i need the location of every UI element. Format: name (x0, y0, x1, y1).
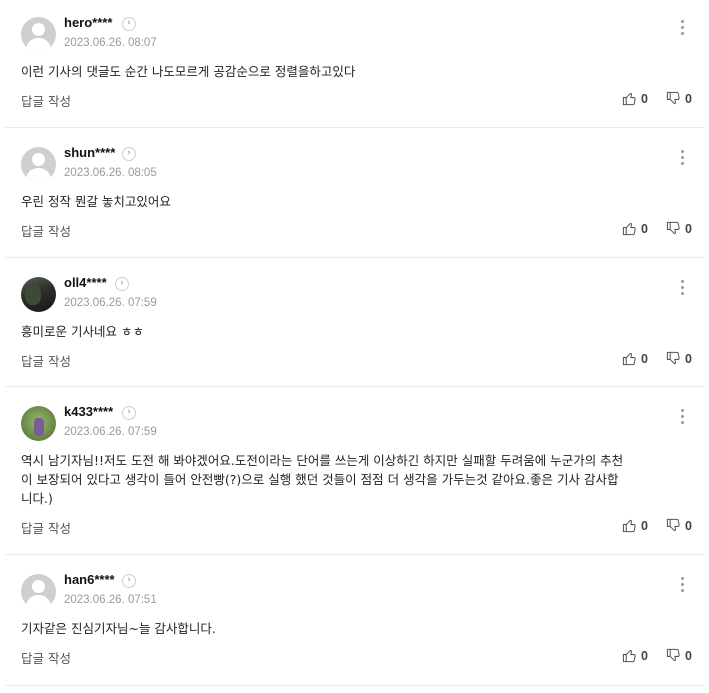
thumbs-up-icon (622, 352, 636, 366)
dislike-count: 0 (685, 222, 692, 236)
comment-text: 이런 기사의 댓글도 순간 나도모르게 공감순으로 정렬을하고있다 (21, 64, 356, 79)
comment-text: 흥미로운 기사네요 ㅎㅎ (21, 324, 144, 339)
chevron-right-icon[interactable]: › (122, 574, 136, 588)
dislike-count: 0 (685, 352, 692, 366)
comment-item: oll4**** › 2023.06.26. 07:59 흥미로운 기사네요 ㅎ… (5, 258, 704, 387)
comment-text: 기자같은 진심기자님~늘 감사합니다. (21, 621, 216, 636)
chevron-right-icon[interactable]: › (122, 147, 136, 161)
like-count: 0 (641, 519, 648, 533)
thumbs-down-icon (666, 351, 680, 365)
comment-date: 2023.06.26. 08:05 (64, 167, 157, 179)
avatar[interactable] (21, 277, 56, 312)
chevron-right-icon[interactable]: › (115, 277, 129, 291)
avatar[interactable] (21, 17, 56, 52)
comment-text-line: 이 보장되어 있다고 생각이 들어 안전빵(?)으로 실행 했던 것들이 점점 … (21, 472, 619, 487)
chevron-right-icon[interactable]: › (122, 17, 136, 31)
more-vertical-icon[interactable] (680, 150, 686, 168)
chevron-right-icon[interactable]: › (122, 406, 136, 420)
thumbs-down-icon (666, 518, 680, 532)
comment-item: hero**** › 2023.06.26. 08:07 이런 기사의 댓글도 … (5, 0, 704, 128)
comment-nickname[interactable]: shun**** (64, 145, 115, 160)
like-count: 0 (641, 222, 648, 236)
thumbs-up-icon (622, 92, 636, 106)
comment-nickname[interactable]: han6**** (64, 572, 115, 587)
avatar[interactable] (21, 147, 56, 182)
comment-date: 2023.06.26. 08:07 (64, 37, 157, 49)
comment-item: shun**** › 2023.06.26. 08:05 우린 정작 뭔갈 놓치… (5, 128, 704, 258)
thumbs-up-icon (622, 649, 636, 663)
comment-item: han6**** › 2023.06.26. 07:51 기자같은 진심기자님~… (5, 555, 704, 686)
like-count: 0 (641, 92, 648, 106)
reply-button[interactable]: 답글 작성 (21, 351, 71, 370)
more-vertical-icon[interactable] (680, 280, 686, 298)
comment-nickname[interactable]: hero**** (64, 15, 112, 30)
reply-button[interactable]: 답글 작성 (21, 518, 71, 537)
avatar[interactable] (21, 406, 56, 441)
comment-text: 역시 남기자님!!저도 도전 해 봐야겠어요.도전이라는 단어를 쓰는게 이상하… (21, 451, 674, 508)
comment-text-line: 역시 남기자님!!저도 도전 해 봐야겠어요.도전이라는 단어를 쓰는게 이상하… (21, 453, 624, 468)
thumbs-up-icon (622, 222, 636, 236)
comment-date: 2023.06.26. 07:59 (64, 297, 157, 309)
reply-button[interactable]: 답글 작성 (21, 648, 71, 667)
comment-nickname[interactable]: k433**** (64, 404, 113, 419)
thumbs-down-icon (666, 221, 680, 235)
comment-item: k433**** › 2023.06.26. 07:59 역시 남기자님!!저도… (5, 387, 704, 555)
comment-nickname[interactable]: oll4**** (64, 275, 107, 290)
dislike-count: 0 (685, 92, 692, 106)
avatar[interactable] (21, 574, 56, 609)
thumbs-down-icon (666, 91, 680, 105)
reply-button[interactable]: 답글 작성 (21, 91, 71, 110)
more-vertical-icon[interactable] (680, 577, 686, 595)
dislike-count: 0 (685, 519, 692, 533)
reply-button[interactable]: 답글 작성 (21, 221, 71, 240)
thumbs-down-icon (666, 648, 680, 662)
comment-text-line: 니다.) (21, 491, 53, 506)
more-vertical-icon[interactable] (680, 409, 686, 427)
like-count: 0 (641, 649, 648, 663)
like-count: 0 (641, 352, 648, 366)
comment-date: 2023.06.26. 07:59 (64, 426, 157, 438)
dislike-count: 0 (685, 649, 692, 663)
thumbs-up-icon (622, 519, 636, 533)
more-vertical-icon[interactable] (680, 20, 686, 38)
comment-text: 우린 정작 뭔갈 놓치고있어요 (21, 194, 171, 209)
comment-date: 2023.06.26. 07:51 (64, 594, 157, 606)
